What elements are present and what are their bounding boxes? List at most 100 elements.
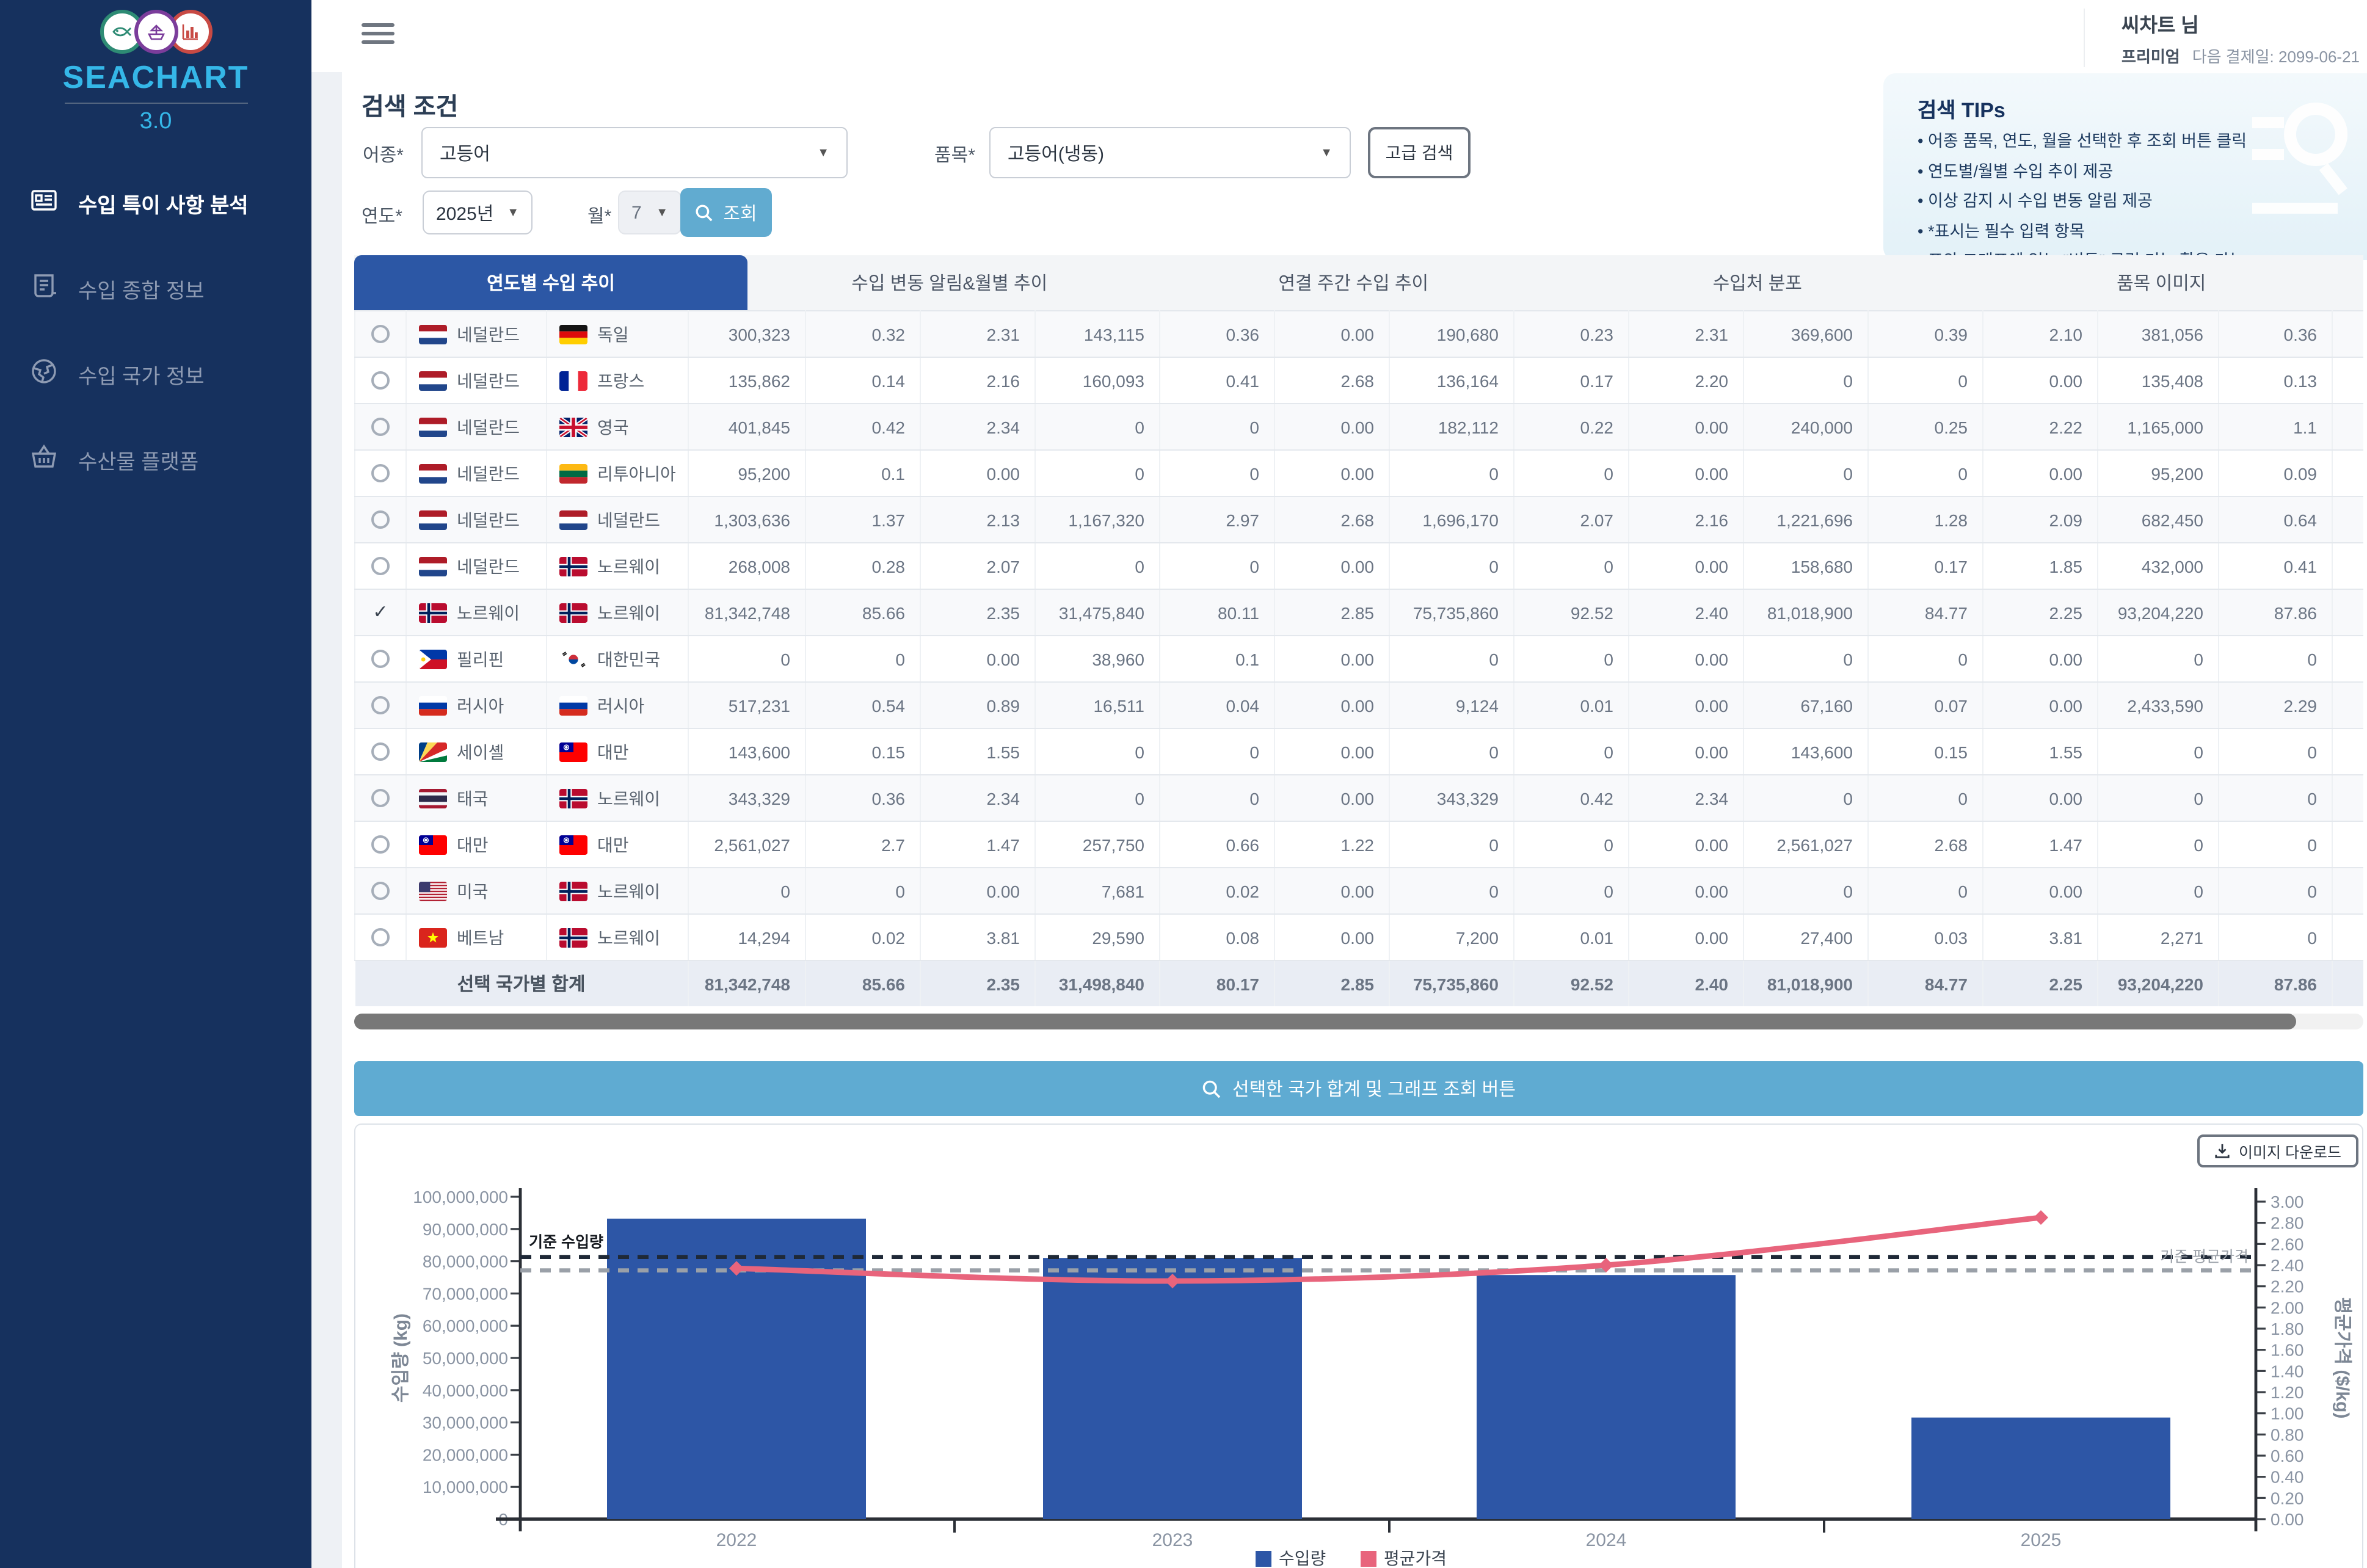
- advanced-search-button[interactable]: 고급 검색: [1368, 127, 1471, 178]
- value-cell: 0.00: [1629, 821, 1743, 868]
- chart-legend: 수입량평균가격: [1256, 1549, 1447, 1568]
- svg-text:80,000,000: 80,000,000: [423, 1252, 508, 1271]
- value-cell: 95,200: [2098, 450, 2219, 496]
- value-cell: 0: [1743, 357, 1868, 404]
- svg-text:평균가격: 평균가격: [1384, 1549, 1447, 1568]
- item-select[interactable]: 고등어(냉동)▼: [989, 127, 1351, 178]
- value-cell: 0: [688, 868, 805, 914]
- value-cell: 0.13: [2219, 357, 2332, 404]
- row-checkbox[interactable]: [355, 775, 406, 821]
- origin-country-cell: 네덜란드: [406, 450, 547, 496]
- tab-연결 주간 수입 추이[interactable]: 연결 주간 수입 추이: [1152, 255, 1556, 310]
- tab-연도별 수입 추이[interactable]: 연도별 수입 추이: [354, 255, 747, 310]
- value-cell: 2,433,590: [2098, 682, 2219, 728]
- value-cell: 0.02: [1160, 868, 1274, 914]
- value-cell: 1,167,320: [1035, 496, 1160, 543]
- image-download-button[interactable]: 이미지 다운로드: [2197, 1134, 2358, 1167]
- value-cell: 0.09: [2219, 450, 2332, 496]
- table-total-row: 선택 국가별 합계81,342,74885.662.3531,498,84080…: [355, 960, 2363, 1006]
- value-cell: 0: [2219, 868, 2332, 914]
- origin-country-cell: 네덜란드: [406, 404, 547, 450]
- value-cell: [2332, 682, 2363, 728]
- row-checkbox[interactable]: [355, 868, 406, 914]
- row-checkbox[interactable]: [355, 404, 406, 450]
- tab-품목 이미지[interactable]: 품목 이미지: [1960, 255, 2364, 310]
- value-cell: 0: [1035, 543, 1160, 589]
- total-value-cell: 75,735,860: [1389, 960, 1514, 1006]
- checkbox-circle: [371, 928, 390, 946]
- svg-text:3.00: 3.00: [2271, 1192, 2304, 1211]
- tab-수입 변동 알림&월별 추이[interactable]: 수입 변동 알림&월별 추이: [747, 255, 1152, 310]
- chevron-down-icon: ▼: [656, 206, 668, 219]
- species-label: 어종*: [363, 142, 404, 167]
- year-select[interactable]: 2025년▼: [423, 191, 533, 234]
- row-checkbox[interactable]: [355, 311, 406, 357]
- species-select[interactable]: 고등어▼: [421, 127, 848, 178]
- value-cell: 0.00: [1629, 450, 1743, 496]
- value-cell: 0: [1514, 636, 1629, 682]
- svg-text:10,000,000: 10,000,000: [423, 1478, 508, 1497]
- month-select[interactable]: 7▼: [618, 191, 682, 234]
- value-cell: 0.32: [805, 311, 920, 357]
- row-checkbox[interactable]: [355, 728, 406, 775]
- tab-수입처 분포[interactable]: 수입처 분포: [1555, 255, 1960, 310]
- value-cell: 143,600: [688, 728, 805, 775]
- row-checkbox[interactable]: [355, 357, 406, 404]
- total-value-cell: 2.35: [920, 960, 1035, 1006]
- table-row: 베트남노르웨이14,2940.023.8129,5900.080.007,200…: [355, 914, 2363, 960]
- value-cell: 369,600: [1743, 311, 1868, 357]
- flag-sc-icon: [419, 742, 447, 761]
- value-cell: 2.09: [1983, 496, 2098, 543]
- value-cell: 95,200: [688, 450, 805, 496]
- sidebar-item[interactable]: 수입 종합 정보: [0, 253, 311, 325]
- sidebar-item[interactable]: 수산물 플랫폼: [0, 424, 311, 496]
- value-cell: 0.03: [1868, 914, 1983, 960]
- document-icon: [29, 271, 59, 307]
- sidebar: SEACHART 3.0 수입 특이 사항 분석수입 종합 정보수입 국가 정보…: [0, 0, 311, 1568]
- graph-query-button[interactable]: 선택한 국가 합계 및 그래프 조회 버튼: [354, 1061, 2363, 1116]
- value-cell: 257,750: [1035, 821, 1160, 868]
- sidebar-item[interactable]: 수입 국가 정보: [0, 338, 311, 410]
- country-table-wrap[interactable]: 네덜란드독일300,3230.322.31143,1150.360.00190,…: [354, 310, 2363, 1006]
- value-cell: 0.89: [920, 682, 1035, 728]
- total-value-cell: 93,204,220: [2098, 960, 2219, 1006]
- row-checkbox[interactable]: [355, 450, 406, 496]
- value-cell: 0: [1160, 450, 1274, 496]
- value-cell: 0.00: [1274, 404, 1389, 450]
- scrollbar-thumb[interactable]: [354, 1014, 2296, 1029]
- price-point-2025: [2034, 1210, 2048, 1225]
- partner-country-cell: 리투아니아: [547, 450, 688, 496]
- user-name: 씨차트 님: [2122, 9, 2360, 38]
- value-cell: [2332, 728, 2363, 775]
- row-checkbox[interactable]: [355, 682, 406, 728]
- year-label: 연도*: [362, 203, 402, 228]
- origin-country-cell: 필리핀: [406, 636, 547, 682]
- value-cell: 2.68: [1274, 357, 1389, 404]
- value-cell: 0.00: [1274, 914, 1389, 960]
- value-cell: [2332, 496, 2363, 543]
- row-checkbox[interactable]: [355, 821, 406, 868]
- sidebar-item[interactable]: 수입 특이 사항 분석: [0, 167, 311, 239]
- value-cell: 67,160: [1743, 682, 1868, 728]
- flag-no-icon: [559, 603, 587, 622]
- value-cell: 2.68: [1868, 821, 1983, 868]
- value-cell: 2.22: [1983, 404, 2098, 450]
- logo-version: 3.0: [0, 109, 311, 136]
- row-checkbox[interactable]: [355, 914, 406, 960]
- row-checkbox[interactable]: [355, 543, 406, 589]
- value-cell: 0: [2219, 728, 2332, 775]
- row-checkbox[interactable]: ✓: [355, 589, 406, 636]
- value-cell: 0: [1743, 450, 1868, 496]
- value-cell: 0: [1035, 404, 1160, 450]
- search-button[interactable]: 조회: [680, 188, 772, 237]
- user-info[interactable]: 씨차트 님 프리미엄다음 결제일: 2099-06-21: [2084, 9, 2360, 67]
- hamburger-menu-icon[interactable]: [362, 23, 394, 49]
- value-cell: 2.85: [1274, 589, 1389, 636]
- checkbox-circle: [371, 789, 390, 807]
- search-glyph-icon: [2252, 100, 2355, 237]
- row-checkbox[interactable]: [355, 636, 406, 682]
- row-checkbox[interactable]: [355, 496, 406, 543]
- svg-text:1.40: 1.40: [2271, 1362, 2304, 1381]
- table-row: 러시아러시아517,2310.540.8916,5110.040.009,124…: [355, 682, 2363, 728]
- value-cell: 0.64: [2219, 496, 2332, 543]
